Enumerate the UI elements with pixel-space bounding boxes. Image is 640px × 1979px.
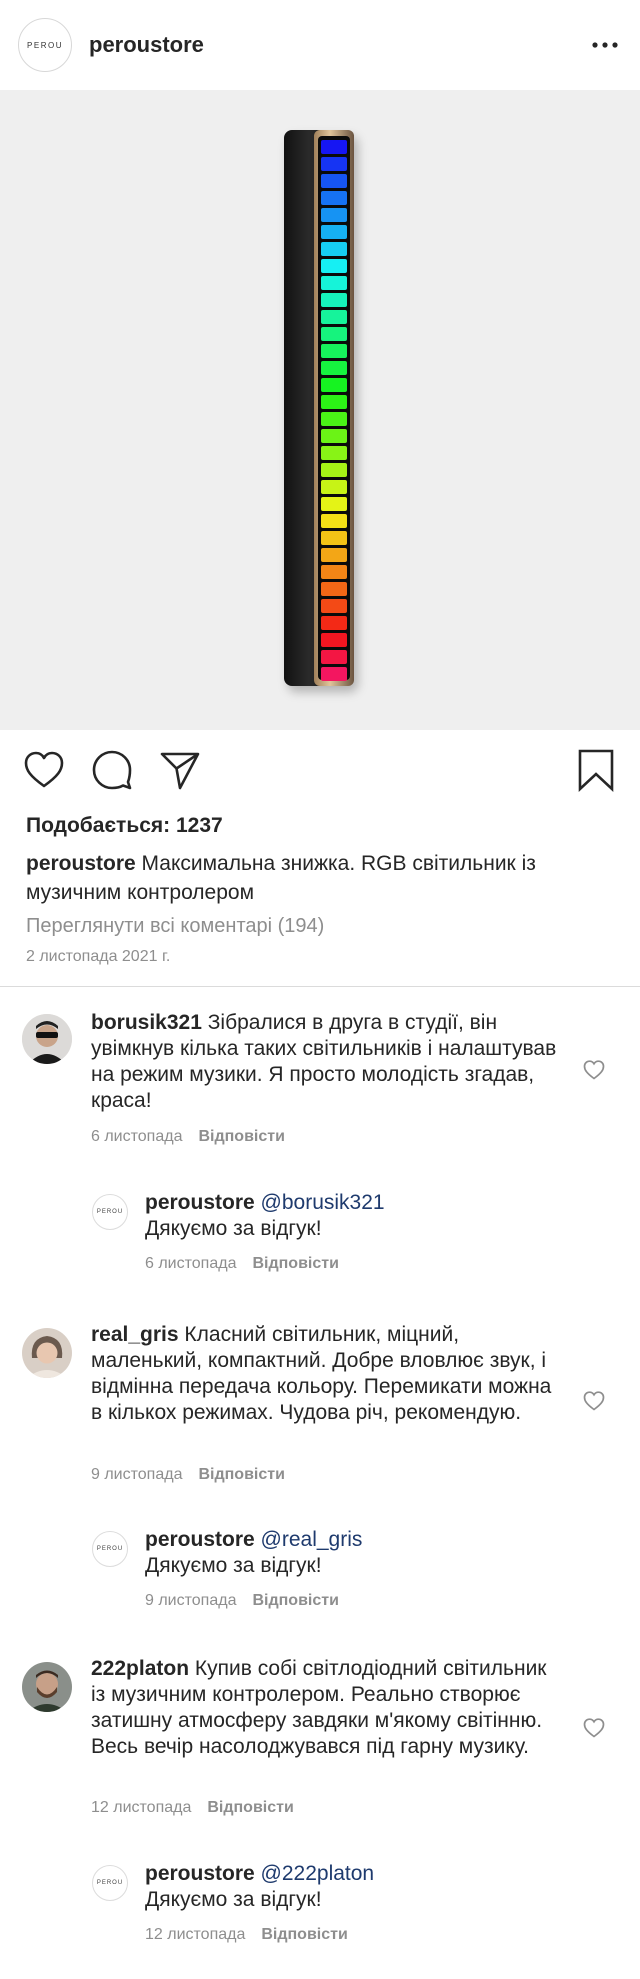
light-segment — [321, 497, 347, 511]
share-send-icon[interactable] — [158, 748, 202, 792]
rgb-light-bar-image — [284, 130, 354, 686]
reply-button[interactable]: Відповісти — [207, 1799, 293, 1816]
comment-username[interactable]: 222platon — [91, 1657, 189, 1680]
light-segment — [321, 225, 347, 239]
light-segment — [321, 531, 347, 545]
caption-username[interactable]: peroustore — [26, 852, 136, 875]
light-segment — [321, 616, 347, 630]
store-avatar[interactable]: PEROU — [18, 18, 72, 72]
reply-button[interactable]: Відповісти — [252, 1592, 338, 1609]
light-segment — [321, 191, 347, 205]
light-segment — [321, 463, 347, 477]
reply-button[interactable]: Відповісти — [198, 1128, 284, 1145]
comment-body: Дякуємо за відгук! — [145, 1554, 322, 1577]
light-segment — [321, 412, 347, 426]
comment-body: Дякуємо за відгук! — [145, 1217, 322, 1240]
post-username[interactable]: peroustore — [89, 32, 204, 58]
light-segment — [321, 242, 347, 256]
comment-date: 6 листопада — [91, 1128, 183, 1145]
comment-username[interactable]: peroustore — [145, 1528, 255, 1551]
store-avatar[interactable]: PEROU — [92, 1194, 128, 1230]
comment-bubble-icon[interactable] — [90, 748, 134, 792]
comment-date: 12 листопада — [145, 1926, 246, 1943]
post-caption: peroustore Максимальна знижка. RGB світи… — [26, 849, 616, 907]
light-segment — [321, 293, 347, 307]
light-bar-panel — [318, 136, 350, 681]
avatar[interactable] — [22, 1662, 72, 1712]
comment-body: Дякуємо за відгук! — [145, 1888, 322, 1911]
view-all-comments-link[interactable]: Переглянути всі коментарі (194) — [26, 915, 324, 938]
mention-link[interactable]: @real_gris — [261, 1528, 363, 1551]
light-segment — [321, 140, 347, 154]
reply-button[interactable]: Відповісти — [261, 1926, 347, 1943]
light-segment — [321, 327, 347, 341]
comment-meta: 6 листопада Відповісти — [91, 1128, 285, 1146]
light-segment — [321, 582, 347, 596]
comment-date: 9 листопада — [91, 1466, 183, 1483]
avatar[interactable] — [22, 1328, 72, 1378]
light-segment — [321, 361, 347, 375]
light-segment — [321, 208, 347, 222]
light-segment — [321, 395, 347, 409]
light-segment — [321, 565, 347, 579]
reply-button[interactable]: Відповісти — [198, 1466, 284, 1483]
light-segment — [321, 514, 347, 528]
comment-date: 9 листопада — [145, 1592, 237, 1609]
light-segment — [321, 429, 347, 443]
light-segment — [321, 174, 347, 188]
post-actions — [0, 744, 640, 794]
light-segment — [321, 548, 347, 562]
comment-username[interactable]: borusik321 — [91, 1011, 202, 1034]
light-segment — [321, 259, 347, 273]
light-segment — [321, 650, 347, 664]
light-segment — [321, 599, 347, 613]
bookmark-save-icon[interactable] — [574, 748, 618, 793]
avatar[interactable] — [22, 1014, 72, 1064]
comment-text: peroustore @222platon Дякуємо за відгук! — [145, 1861, 565, 1913]
comment-like-heart-icon[interactable] — [582, 1389, 606, 1413]
store-avatar[interactable]: PEROU — [92, 1865, 128, 1901]
light-segment — [321, 667, 347, 681]
comment-meta: 12 листопада Відповісти — [145, 1926, 348, 1944]
post-header: PEROU peroustore — [0, 0, 640, 90]
comment-text: peroustore @borusik321 Дякуємо за відгук… — [145, 1190, 565, 1242]
comment-text: borusik321 Зібралися в друга в студії, в… — [91, 1010, 561, 1114]
light-segment — [321, 446, 347, 460]
post-photo[interactable] — [0, 90, 640, 730]
comment-text: peroustore @real_gris Дякуємо за відгук! — [145, 1527, 565, 1579]
store-avatar[interactable]: PEROU — [92, 1531, 128, 1567]
comment-text: real_gris Класний світильник, міцний, ма… — [91, 1322, 561, 1426]
comment-username[interactable]: real_gris — [91, 1323, 179, 1346]
comment-username[interactable]: peroustore — [145, 1191, 255, 1214]
light-segment — [321, 344, 347, 358]
mention-link[interactable]: @222platon — [261, 1862, 375, 1885]
light-segment — [321, 157, 347, 171]
comment-like-heart-icon[interactable] — [582, 1058, 606, 1082]
likes-count[interactable]: Подобається: 1237 — [26, 814, 223, 838]
comment-date: 12 листопада — [91, 1799, 192, 1816]
light-segment — [321, 378, 347, 392]
comment-meta: 9 листопада Відповісти — [91, 1466, 285, 1484]
comment-meta: 12 листопада Відповісти — [91, 1799, 294, 1817]
comment-like-heart-icon[interactable] — [582, 1716, 606, 1740]
divider — [0, 986, 640, 987]
light-segment — [321, 480, 347, 494]
comment-username[interactable]: peroustore — [145, 1862, 255, 1885]
post-date: 2 листопада 2021 г. — [26, 948, 171, 965]
like-heart-icon[interactable] — [22, 748, 66, 792]
light-segment — [321, 276, 347, 290]
reply-button[interactable]: Відповісти — [252, 1255, 338, 1272]
comment-meta: 9 листопада Відповісти — [145, 1592, 339, 1610]
light-segment — [321, 310, 347, 324]
comment-meta: 6 листопада Відповісти — [145, 1255, 339, 1273]
light-segment — [321, 633, 347, 647]
more-horizontal-icon[interactable] — [590, 30, 620, 60]
comment-date: 6 листопада — [145, 1255, 237, 1272]
mention-link[interactable]: @borusik321 — [261, 1191, 385, 1214]
comment-text: 222platon Купив собі світлодіодний світи… — [91, 1656, 561, 1760]
